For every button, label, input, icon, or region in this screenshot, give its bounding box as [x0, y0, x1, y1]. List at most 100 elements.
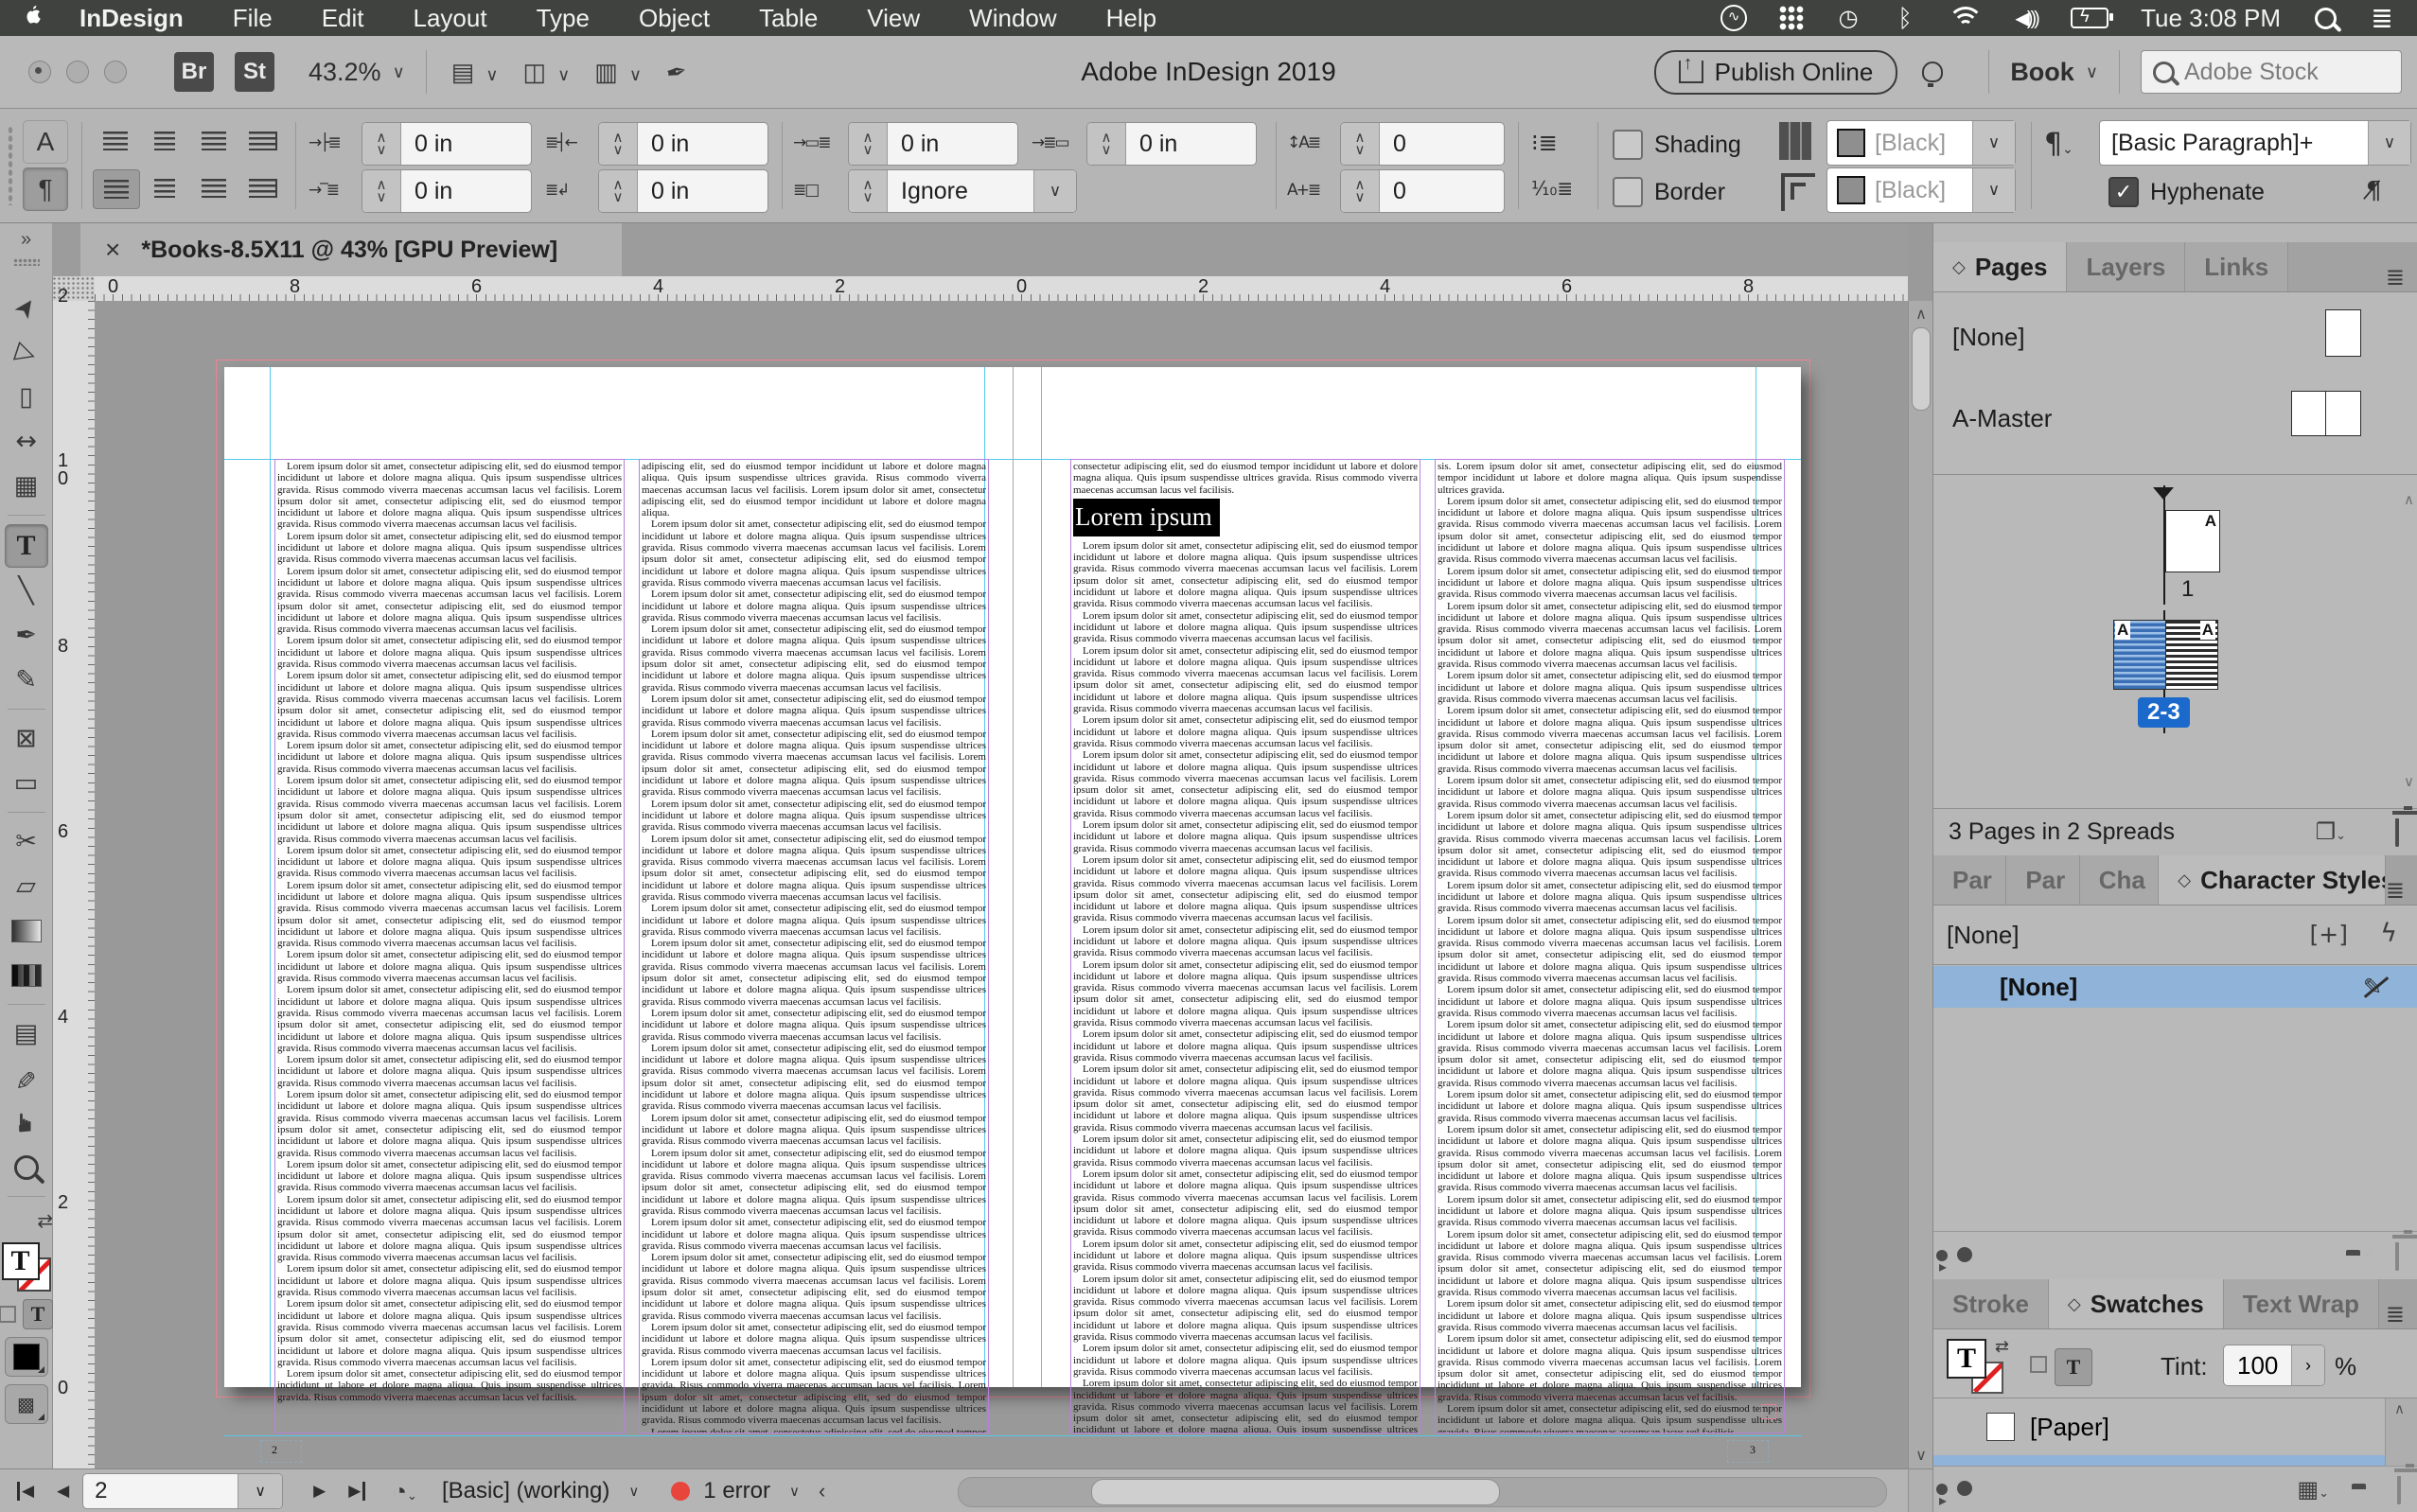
paragraph-style-chevron-icon[interactable]: ∨: [2368, 121, 2410, 165]
zoom-tool[interactable]: [6, 1147, 47, 1188]
pen-tool[interactable]: ✒: [6, 615, 47, 657]
affects-container-button[interactable]: [2030, 1356, 2047, 1373]
shading-grid-icon[interactable]: [1779, 122, 1811, 160]
adobe-stock-search[interactable]: Adobe Stock: [2141, 50, 2402, 94]
numbered-list-icon[interactable]: ⅒≣: [1531, 177, 1573, 200]
redefine-style-icon[interactable]: ϟ: [2380, 919, 2397, 948]
last-line-indent-stepper[interactable]: ∧∨: [599, 170, 638, 212]
book-menu-chevron-icon[interactable]: ∨: [2086, 62, 2098, 82]
left-indent-field[interactable]: ∧∨ 0 in: [362, 122, 532, 166]
tab-par[interactable]: Par: [2006, 855, 2079, 905]
frame-tool[interactable]: ⊠: [6, 718, 47, 760]
vertical-ruler[interactable]: 21 086420: [52, 301, 96, 1468]
tab-character-styles[interactable]: ◇Character Styles: [2159, 855, 2386, 905]
tab-pages[interactable]: ◇Pages: [1933, 242, 2067, 291]
vertical-scrollbar[interactable]: ∧ ∨: [1908, 301, 1933, 1468]
right-indent-field[interactable]: ∧∨ 0 in: [598, 122, 768, 166]
page-number-chevron-icon[interactable]: ∨: [238, 1474, 282, 1508]
screen-mode-icon[interactable]: ◫∨: [523, 58, 571, 87]
pages-scroll-down-icon[interactable]: ∨: [2404, 773, 2414, 790]
gap-tool[interactable]: ↔: [6, 421, 47, 463]
master-none-label[interactable]: [None]: [1952, 323, 2025, 352]
scroll-left-icon[interactable]: ‹: [819, 1479, 825, 1503]
tab-stroke[interactable]: Stroke: [1933, 1279, 2049, 1328]
swatch-views-icon[interactable]: ▦⌄: [2297, 1476, 2329, 1503]
free-transform-tool[interactable]: ▱: [6, 866, 47, 907]
formatting-affects-container-button[interactable]: [0, 1306, 16, 1323]
page-1-label[interactable]: 1: [2181, 576, 2194, 603]
left-folio-frame[interactable]: [260, 1440, 302, 1463]
window-zoom-button[interactable]: [104, 61, 127, 83]
master-a-label[interactable]: A-Master: [1952, 404, 2052, 433]
border-color-select[interactable]: [Black] ∨: [1826, 167, 2016, 213]
border-corner-icon[interactable]: [1781, 173, 1815, 211]
justify-last-left-button[interactable]: [240, 122, 286, 160]
drop-cap-lines-field[interactable]: ∧∨ 0: [1340, 122, 1505, 166]
border-checkbox[interactable]: Border: [1613, 177, 1725, 207]
page-spread[interactable]: Lorem ipsum dolor sit amet, consectetur …: [224, 367, 1801, 1387]
preflight-chevron-icon[interactable]: ∨: [628, 1483, 639, 1500]
shading-checkbox-box[interactable]: [1613, 130, 1643, 160]
justify-center-button[interactable]: [142, 169, 187, 207]
last-line-indent-field[interactable]: ∧∨ 0 in: [598, 169, 768, 213]
text-frame-p2c2[interactable]: adipiscing elit, sed do eiusmod tempor i…: [639, 459, 989, 1433]
align-to-grid-select[interactable]: ∧∨ Ignore ∨: [848, 169, 1077, 213]
publish-online-button[interactable]: Publish Online: [1654, 50, 1898, 95]
lightbulb-icon[interactable]: [1922, 62, 1943, 82]
previous-page-button[interactable]: ◀: [57, 1482, 69, 1501]
note-tool[interactable]: ▤: [6, 1013, 47, 1055]
delete-swatch-icon[interactable]: [2397, 1476, 2401, 1503]
pencil-tool[interactable]: ✎: [6, 659, 47, 701]
tab-close-icon[interactable]: ×: [105, 235, 120, 265]
selected-heading-text[interactable]: Lorem ipsum: [1073, 499, 1220, 536]
scroll-down-icon[interactable]: ∨: [1909, 1446, 1933, 1465]
window-minimize-button[interactable]: [66, 61, 89, 83]
document-tab[interactable]: × *Books-8.5X11 @ 43% [GPU Preview]: [80, 223, 622, 276]
zoom-level-chevron-icon[interactable]: ∨: [393, 62, 405, 82]
pages-scroll-up-icon[interactable]: ∧: [2404, 491, 2414, 508]
shading-checkbox[interactable]: Shading: [1613, 130, 1741, 160]
drop-cap-chars-field[interactable]: ∧∨ 0: [1340, 169, 1505, 213]
affects-text-button[interactable]: T: [2055, 1348, 2092, 1386]
bulleted-list-icon[interactable]: ⁝≣: [1531, 130, 1558, 156]
selection-tool[interactable]: ➤: [6, 288, 47, 329]
creative-cloud-icon[interactable]: ∿: [1720, 4, 1747, 32]
eyedropper-tool[interactable]: ✐: [6, 1058, 47, 1099]
spread-2-3-label[interactable]: 2-3: [2138, 697, 2190, 728]
hyphenate-checkbox[interactable]: ✓ Hyphenate: [2108, 177, 2265, 207]
swatch-fill-stroke-indicator[interactable]: ⇄ T: [1947, 1339, 1996, 1388]
master-none-thumbnail[interactable]: [2325, 309, 2361, 357]
tab-links[interactable]: Links: [2185, 242, 2288, 291]
tab-text-wrap[interactable]: Text Wrap: [2224, 1279, 2379, 1328]
menu-window[interactable]: Window: [944, 4, 1081, 33]
horizontal-scroll-thumb[interactable]: [1091, 1479, 1500, 1505]
align-left-button[interactable]: [93, 122, 138, 160]
character-formatting-button[interactable]: A: [23, 120, 68, 164]
direct-selection-tool[interactable]: ▷: [6, 332, 47, 374]
window-close-button[interactable]: [28, 61, 51, 83]
menu-type[interactable]: Type: [512, 4, 614, 33]
menu-indesign[interactable]: InDesign: [55, 4, 208, 33]
bluetooth-icon[interactable]: ᛒ: [1893, 4, 1917, 32]
menu-clock[interactable]: Tue 3:08 PM: [2141, 4, 2281, 33]
menu-file[interactable]: File: [208, 4, 297, 33]
paragraph-style-select[interactable]: [Basic Paragraph]+ ∨: [2099, 120, 2411, 166]
vertical-scroll-thumb[interactable]: [1912, 327, 1931, 411]
menu-layout[interactable]: Layout: [389, 4, 512, 33]
scissors-tool[interactable]: ✂: [6, 821, 47, 863]
stock-button[interactable]: St: [235, 52, 274, 92]
swap-icon[interactable]: ⇄: [1995, 1337, 2009, 1357]
hand-tool[interactable]: ☛: [6, 1102, 47, 1144]
horizontal-scrollbar[interactable]: [958, 1477, 1887, 1507]
last-page-button[interactable]: ▶: [348, 1482, 365, 1501]
edit-page-size-icon[interactable]: ❐⌄: [2316, 818, 2346, 845]
panel-grip[interactable]: [8, 126, 13, 205]
scroll-up-icon[interactable]: ∧: [1909, 305, 1933, 324]
rectangle-tool[interactable]: ▭: [6, 763, 47, 804]
delete-style-icon[interactable]: [2395, 1242, 2399, 1269]
tint-field[interactable]: 100 ›: [2223, 1345, 2325, 1386]
left-indent-stepper[interactable]: ∧∨: [362, 123, 401, 165]
horizontal-ruler[interactable]: 0864202468: [95, 276, 1908, 302]
gradient-swatch-tool[interactable]: [6, 910, 47, 952]
menu-help[interactable]: Help: [1082, 4, 1181, 33]
